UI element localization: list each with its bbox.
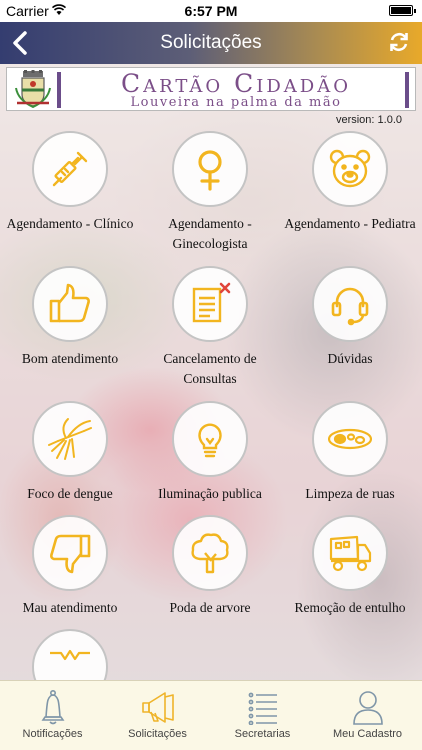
user-icon	[353, 691, 383, 725]
tab-label: Meu Cadastro	[332, 728, 403, 740]
tab-secretarias[interactable]: Secretarias	[210, 681, 315, 750]
document-cancel-icon[interactable]	[172, 266, 248, 342]
tab-notificacoes[interactable]: Notificações	[0, 681, 105, 750]
tab-label: Solicitações	[128, 728, 187, 740]
service-label: Mau atendimento	[22, 600, 118, 615]
navigation-bar: Solicitações	[0, 22, 422, 64]
tree-icon[interactable]	[172, 515, 248, 591]
bell-icon	[41, 689, 65, 725]
banner-divider	[57, 72, 61, 108]
street-sweeper-icon[interactable]	[312, 401, 388, 477]
mosquito-icon[interactable]	[32, 401, 108, 477]
tab-bar: Notificações Solicitações Secretarias Me…	[0, 680, 422, 750]
headset-icon[interactable]	[312, 266, 388, 342]
service-label: Cancelamento de Consultas	[163, 351, 257, 386]
service-label: Limpeza de ruas	[305, 486, 395, 501]
banner-divider	[405, 72, 409, 108]
thumbs-down-icon[interactable]	[32, 515, 108, 591]
battery-icon	[389, 5, 416, 16]
tab-label: Notificações	[22, 728, 83, 740]
service-label: Foco de dengue	[27, 486, 113, 501]
service-label: Agendamento - Pediatra	[284, 216, 416, 231]
refresh-icon[interactable]	[388, 31, 410, 53]
thumbs-up-icon[interactable]	[32, 266, 108, 342]
syringe-icon[interactable]	[32, 131, 108, 207]
megaphone-icon	[142, 692, 174, 723]
service-label: Agendamento - Ginecologista	[168, 216, 252, 251]
service-label: Dúvidas	[327, 351, 373, 366]
female-symbol-icon[interactable]	[172, 131, 248, 207]
service-label: Iluminação publica	[158, 486, 262, 501]
banner-title: Cartão Cidadão	[121, 69, 351, 98]
city-crest-logo	[15, 70, 51, 108]
service-label: Bom atendimento	[21, 351, 119, 366]
service-label: Remoção de entulho	[294, 600, 406, 615]
tab-solicitacoes[interactable]: Solicitações	[105, 681, 210, 750]
clock: 6:57 PM	[184, 3, 238, 19]
status-bar: Carrier 6:57 PM	[0, 0, 422, 22]
light-bulb-icon[interactable]	[172, 401, 248, 477]
tab-meu-cadastro[interactable]: Meu Cadastro	[315, 681, 420, 750]
list-icon	[248, 692, 277, 725]
version-label: version: 1.0.0	[335, 114, 402, 126]
tab-label: Secretarias	[234, 728, 291, 740]
banner-subtitle: Louveira na palma da mão	[130, 95, 342, 110]
page-title: Solicitações	[160, 32, 262, 53]
dump-truck-icon[interactable]	[312, 515, 388, 591]
app-banner: Cartão Cidadão Louveira na palma da mão	[6, 67, 416, 111]
service-label: Poda de arvore	[169, 600, 251, 615]
service-label: Agendamento - Clínico	[6, 216, 134, 231]
teddy-bear-icon[interactable]	[312, 131, 388, 207]
